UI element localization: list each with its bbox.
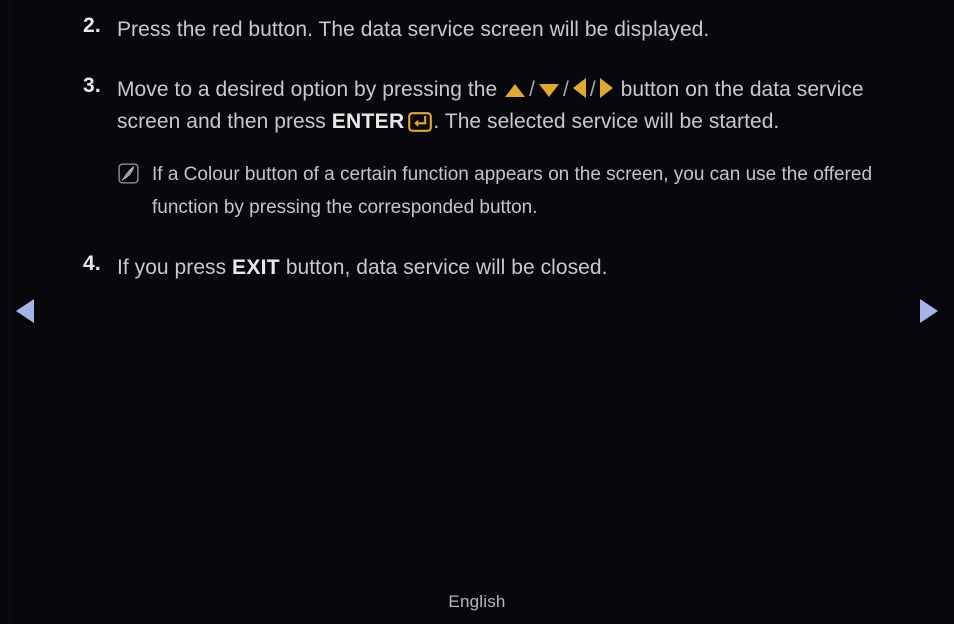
step-number: 2. — [83, 14, 101, 37]
note-block: If a Colour button of a certain function… — [0, 158, 954, 224]
emanual-page: 2. Press the red button. The data servic… — [0, 0, 954, 624]
instruction-list: 2. Press the red button. The data servic… — [0, 0, 954, 279]
step-text: Move to a desired option by pressing the… — [117, 78, 864, 133]
instruction-step-4: 4. If you press EXIT button, data servic… — [0, 252, 954, 284]
up-arrow-icon — [505, 84, 526, 97]
step-number: 4. — [83, 252, 101, 275]
language-footer: English — [448, 592, 506, 611]
next-page-arrow-icon[interactable] — [920, 299, 938, 323]
instruction-step-3: 3. Move to a desired option by pressing … — [0, 74, 954, 142]
previous-page-arrow-icon[interactable] — [16, 299, 34, 323]
down-arrow-icon — [539, 84, 560, 97]
exit-button-label: EXIT — [232, 256, 280, 279]
instruction-step-2: 2. Press the red button. The data servic… — [0, 14, 954, 46]
arrow-separator: / — [563, 78, 569, 101]
arrow-separator: / — [529, 78, 536, 101]
enter-return-icon — [408, 110, 433, 142]
step3-text-after-enter: . The selected service will be started. — [433, 110, 780, 133]
right-arrow-icon — [599, 78, 613, 98]
step-text: Press the red button. The data service s… — [117, 18, 710, 41]
step4-text-after-bold: button, data service will be closed. — [279, 256, 608, 279]
note-pencil-icon — [118, 163, 139, 184]
step-text: If you press EXIT button, data service w… — [117, 256, 607, 279]
step-number: 3. — [83, 74, 101, 97]
step3-text-before-arrows: Move to a desired option by pressing the — [117, 78, 504, 101]
step4-text-before-bold: If you press — [117, 256, 233, 279]
left-arrow-icon — [572, 78, 586, 98]
enter-button-label: ENTER — [331, 110, 405, 133]
arrow-separator: / — [589, 78, 596, 101]
note-text: If a Colour button of a certain function… — [152, 164, 873, 218]
